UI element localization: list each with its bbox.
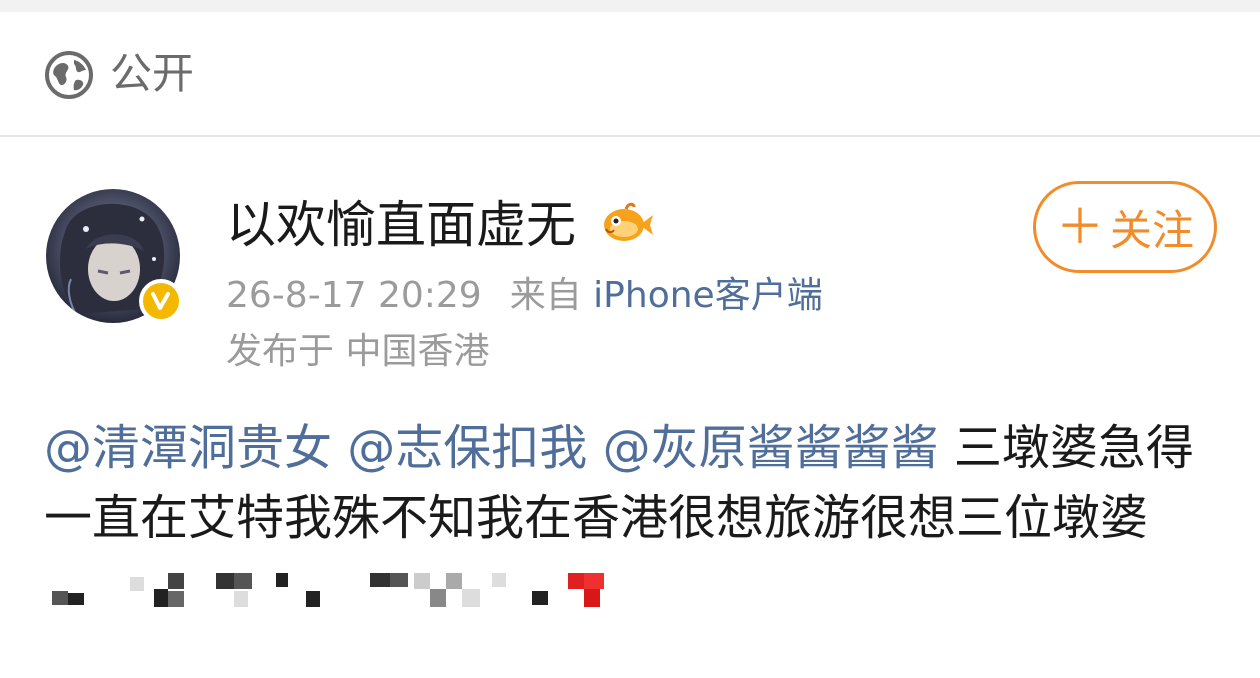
fish-badge-icon bbox=[604, 202, 653, 241]
mention-link[interactable]: @志保扣我 bbox=[347, 420, 587, 476]
top-strip bbox=[0, 0, 1260, 12]
pixelated-emoji-icon bbox=[44, 571, 634, 611]
post-meta: 26-8-17 20:29 来自 iPhone客户端 bbox=[226, 273, 823, 319]
username[interactable]: 以欢愉直面虚无 bbox=[226, 193, 576, 257]
mention-link[interactable]: @清潭洞贵女 bbox=[44, 420, 332, 476]
visibility-row[interactable]: 公开 bbox=[0, 12, 1260, 137]
post-datetime: 26-8-17 20:29 bbox=[226, 275, 482, 316]
mention-link[interactable]: @灰原酱酱酱酱 bbox=[603, 420, 939, 476]
source-client-link[interactable]: iPhone客户端 bbox=[593, 275, 823, 316]
follow-label: 关注 bbox=[1110, 205, 1195, 255]
post-card: 以欢愉直面虚无 ＋ 关注 26-8-17 20:29 来自 iPhone客户端 发… bbox=[0, 137, 1260, 670]
plus-icon: ＋ bbox=[1055, 199, 1104, 255]
post-content: @清潭洞贵女 @志保扣我 @灰原酱酱酱酱 三墩婆急得一直在艾特我殊不知我在香港很… bbox=[44, 413, 1224, 623]
post-location: 发布于 中国香港 bbox=[226, 331, 490, 372]
visibility-label: 公开 bbox=[110, 49, 195, 98]
source-prefix: 来自 bbox=[509, 275, 582, 316]
verified-v-icon bbox=[139, 279, 183, 323]
follow-button[interactable]: ＋ 关注 bbox=[1033, 181, 1217, 273]
next-line-cut-off bbox=[44, 648, 344, 678]
globe-icon bbox=[45, 51, 93, 99]
